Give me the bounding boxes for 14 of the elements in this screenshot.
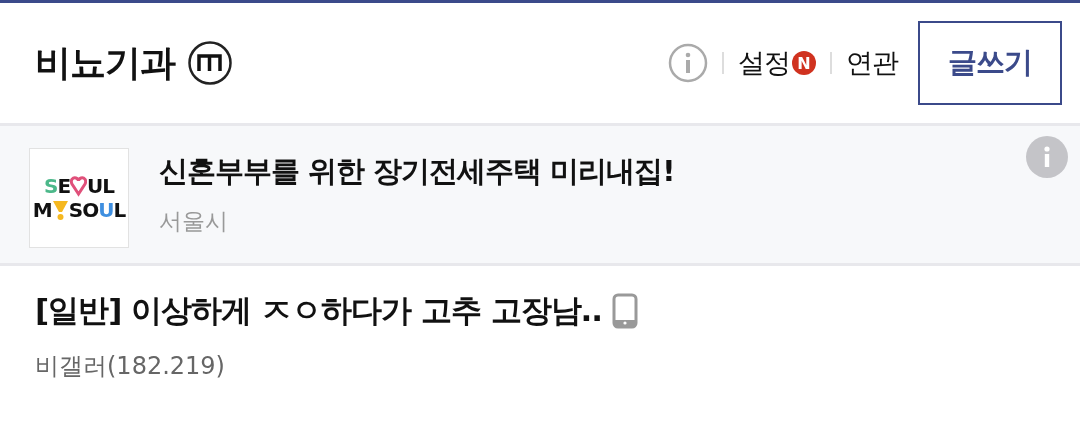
ad-headline: 신혼부부를 위한 장기전세주택 미리내집! xyxy=(159,153,675,190)
advertiser-logo: SE UL M SOUL xyxy=(29,148,129,248)
ad-info-icon[interactable] xyxy=(1026,136,1068,178)
write-button[interactable]: 글쓰기 xyxy=(918,21,1062,105)
info-icon[interactable] xyxy=(668,43,708,83)
related-link[interactable]: 연관 xyxy=(846,45,898,81)
post-title[interactable]: [일반] 이상하게 ㅈㅇ하다가 고추 고장남.. xyxy=(35,290,603,332)
minor-gallery-icon xyxy=(187,40,233,86)
gallery-title: 비뇨기과 xyxy=(35,40,175,85)
ad-banner[interactable]: SE UL M SOUL 신혼부부를 위한 장기전세주택 미리내집! 서울시 xyxy=(0,126,1080,266)
settings-link[interactable]: 설정 xyxy=(738,45,790,81)
post-author: 비갤러(182.219) xyxy=(35,351,226,382)
new-badge: N xyxy=(792,51,816,75)
advertiser-name: 서울시 xyxy=(159,207,229,236)
